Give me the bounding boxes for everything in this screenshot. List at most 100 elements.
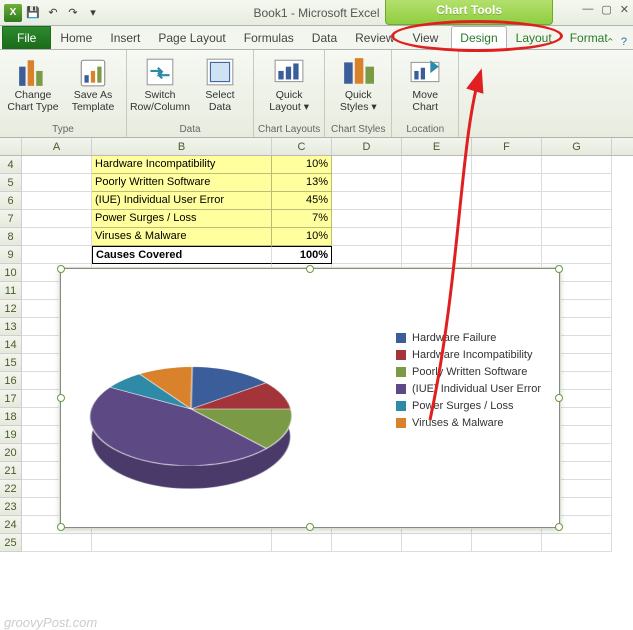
column-header[interactable]: G: [542, 138, 612, 155]
ribbon-btn-select[interactable]: SelectData: [191, 52, 249, 115]
resize-handle[interactable]: [555, 523, 563, 531]
cell[interactable]: [22, 156, 92, 174]
column-header[interactable]: E: [402, 138, 472, 155]
resize-handle[interactable]: [555, 265, 563, 273]
cell[interactable]: [92, 534, 272, 552]
row-header[interactable]: 18: [0, 408, 22, 426]
cell[interactable]: 100%: [272, 246, 332, 264]
tab-layout[interactable]: Layout: [507, 26, 561, 49]
cell[interactable]: [402, 246, 472, 264]
cell[interactable]: 45%: [272, 192, 332, 210]
row-header[interactable]: 5: [0, 174, 22, 192]
cell[interactable]: [472, 246, 542, 264]
tab-insert[interactable]: Insert: [101, 26, 149, 49]
row-header[interactable]: 12: [0, 300, 22, 318]
cell[interactable]: [402, 228, 472, 246]
cell[interactable]: [22, 228, 92, 246]
row-header[interactable]: 25: [0, 534, 22, 552]
ribbon-btn-save-as[interactable]: Save AsTemplate: [64, 52, 122, 115]
save-icon[interactable]: 💾: [24, 4, 42, 22]
row-header[interactable]: 20: [0, 444, 22, 462]
legend-item[interactable]: Hardware Incompatibility: [396, 349, 541, 361]
cell[interactable]: Poorly Written Software: [92, 174, 272, 192]
row-header[interactable]: 8: [0, 228, 22, 246]
cell[interactable]: [402, 534, 472, 552]
ribbon-btn-quick[interactable]: QuickStyles ▾: [329, 52, 387, 115]
row-header[interactable]: 21: [0, 462, 22, 480]
cell[interactable]: [472, 534, 542, 552]
cell[interactable]: Power Surges / Loss: [92, 210, 272, 228]
cell[interactable]: [542, 192, 612, 210]
row-header[interactable]: 23: [0, 498, 22, 516]
cell[interactable]: [332, 246, 402, 264]
ribbon-btn-change[interactable]: ChangeChart Type: [4, 52, 62, 115]
cell[interactable]: 13%: [272, 174, 332, 192]
cell[interactable]: [542, 210, 612, 228]
cell[interactable]: [542, 228, 612, 246]
column-header[interactable]: B: [92, 138, 272, 155]
tab-formulas[interactable]: Formulas: [235, 26, 303, 49]
row-header[interactable]: 24: [0, 516, 22, 534]
cell[interactable]: [542, 156, 612, 174]
ribbon-btn-switch[interactable]: SwitchRow/Column: [131, 52, 189, 115]
cell[interactable]: Viruses & Malware: [92, 228, 272, 246]
tab-file[interactable]: File: [2, 26, 51, 49]
cell[interactable]: [22, 174, 92, 192]
cell[interactable]: [22, 246, 92, 264]
excel-icon[interactable]: X: [4, 4, 22, 22]
cell[interactable]: [402, 210, 472, 228]
cell[interactable]: [402, 156, 472, 174]
tab-review[interactable]: Review: [346, 26, 403, 49]
tab-view[interactable]: View: [404, 26, 448, 49]
cell[interactable]: [472, 174, 542, 192]
redo-icon[interactable]: ↷: [64, 4, 82, 22]
cell[interactable]: [402, 192, 472, 210]
cell[interactable]: [472, 156, 542, 174]
row-header[interactable]: 22: [0, 480, 22, 498]
cell[interactable]: [542, 174, 612, 192]
cell[interactable]: [332, 192, 402, 210]
legend-item[interactable]: Hardware Failure: [396, 332, 541, 344]
tab-home[interactable]: Home: [51, 26, 101, 49]
legend-item[interactable]: Viruses & Malware: [396, 417, 541, 429]
cell[interactable]: [22, 210, 92, 228]
cell[interactable]: [402, 174, 472, 192]
tab-design[interactable]: Design: [451, 26, 506, 50]
ribbon-btn-quick[interactable]: QuickLayout ▾: [260, 52, 318, 115]
cell[interactable]: Hardware Incompatibility: [92, 156, 272, 174]
cell[interactable]: (IUE) Individual User Error: [92, 192, 272, 210]
legend-item[interactable]: Poorly Written Software: [396, 366, 541, 378]
pie-chart[interactable]: [91, 309, 311, 489]
cell[interactable]: [332, 156, 402, 174]
maximize-icon[interactable]: ▢: [601, 3, 611, 16]
embedded-chart[interactable]: Hardware Failure Hardware Incompatibility…: [60, 268, 560, 528]
resize-handle[interactable]: [306, 265, 314, 273]
row-header[interactable]: 6: [0, 192, 22, 210]
undo-icon[interactable]: ↶: [44, 4, 62, 22]
cell[interactable]: [22, 534, 92, 552]
row-header[interactable]: 11: [0, 282, 22, 300]
resize-handle[interactable]: [57, 523, 65, 531]
minimize-icon[interactable]: —: [582, 3, 593, 16]
cell[interactable]: Causes Covered: [92, 246, 272, 264]
resize-handle[interactable]: [306, 523, 314, 531]
cell[interactable]: [332, 228, 402, 246]
cell[interactable]: [542, 534, 612, 552]
cell[interactable]: 7%: [272, 210, 332, 228]
ribbon-btn-move[interactable]: MoveChart: [396, 52, 454, 115]
cell[interactable]: 10%: [272, 228, 332, 246]
cell[interactable]: 10%: [272, 156, 332, 174]
column-header[interactable]: F: [472, 138, 542, 155]
row-header[interactable]: 15: [0, 354, 22, 372]
row-header[interactable]: 7: [0, 210, 22, 228]
ribbon-collapse-icon[interactable]: ⌃: [606, 36, 615, 49]
cell[interactable]: [472, 192, 542, 210]
column-header[interactable]: C: [272, 138, 332, 155]
legend-item[interactable]: (IUE) Individual User Error: [396, 383, 541, 395]
close-icon[interactable]: ✕: [620, 3, 629, 16]
cell[interactable]: [22, 192, 92, 210]
row-header[interactable]: 4: [0, 156, 22, 174]
cell[interactable]: [332, 534, 402, 552]
cell[interactable]: [472, 228, 542, 246]
spreadsheet-grid[interactable]: ABCDEFG 4Hardware Incompatibility10%5Poo…: [0, 138, 633, 616]
